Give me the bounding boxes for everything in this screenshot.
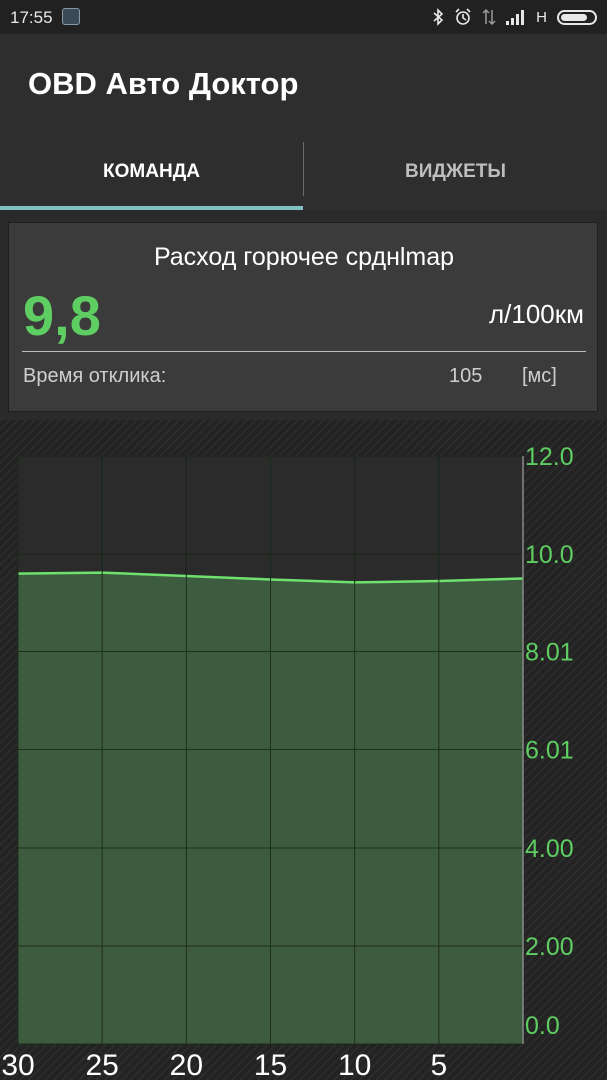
y-tick-label: 0.0 bbox=[525, 1012, 560, 1040]
signal-icon bbox=[506, 10, 525, 25]
reading-divider bbox=[22, 351, 586, 352]
y-tick-label: 4.00 bbox=[525, 835, 574, 863]
x-tick-label: 25 bbox=[85, 1049, 118, 1080]
reading-value: 9,8 bbox=[23, 284, 101, 347]
tab-bar: КОМАНДА ВИДЖЕТЫ bbox=[0, 134, 607, 210]
app-bar: OBD Авто Доктор bbox=[0, 34, 607, 134]
y-tick-label: 2.00 bbox=[525, 933, 574, 961]
active-tab-indicator bbox=[0, 206, 303, 210]
x-tick-label: 5 bbox=[430, 1049, 447, 1080]
response-time-unit: [мс] bbox=[522, 365, 557, 387]
data-transfer-icon bbox=[482, 8, 496, 26]
status-icons: H bbox=[432, 6, 597, 28]
network-type-label: H bbox=[536, 8, 547, 26]
alarm-icon bbox=[455, 8, 471, 25]
battery-icon bbox=[557, 9, 597, 25]
status-bar: 17:55 H bbox=[0, 0, 607, 34]
tab-widgets[interactable]: ВИДЖЕТЫ bbox=[304, 134, 607, 210]
x-tick-label: 30 bbox=[1, 1049, 34, 1080]
reading-title: Расход горючее срднlmap bbox=[153, 243, 455, 271]
app-title: OBD Авто Доктор bbox=[28, 66, 299, 101]
y-tick-label: 12.0 bbox=[525, 443, 574, 471]
chart-area: 12.0 10.0 8.01 6.01 4.00 2.00 0.0 30 25 20 15 10 5 bbox=[0, 420, 607, 1080]
x-tick-label: 20 bbox=[170, 1049, 203, 1080]
reading-unit: л/100км bbox=[488, 299, 584, 329]
status-time: 17:55 bbox=[10, 8, 53, 27]
bluetooth-icon bbox=[433, 8, 444, 26]
reading-card: Расход горючее срднlmap 9,8 л/100км Врем… bbox=[8, 222, 598, 412]
y-tick-label: 10.0 bbox=[525, 541, 574, 569]
response-time-label: Время отклика: bbox=[23, 365, 167, 387]
x-tick-label: 10 bbox=[338, 1049, 371, 1080]
x-tick-label: 15 bbox=[254, 1049, 287, 1080]
history-chart: 12.0 10.0 8.01 6.01 4.00 2.00 0.0 30 25 20 15 10 5 bbox=[0, 420, 607, 1080]
response-time-value: 105 bbox=[449, 365, 483, 387]
tab-command[interactable]: КОМАНДА bbox=[0, 134, 303, 210]
y-tick-label: 8.01 bbox=[525, 639, 574, 667]
y-tick-label: 6.01 bbox=[525, 737, 574, 765]
app-thumbnail-icon bbox=[62, 8, 80, 25]
